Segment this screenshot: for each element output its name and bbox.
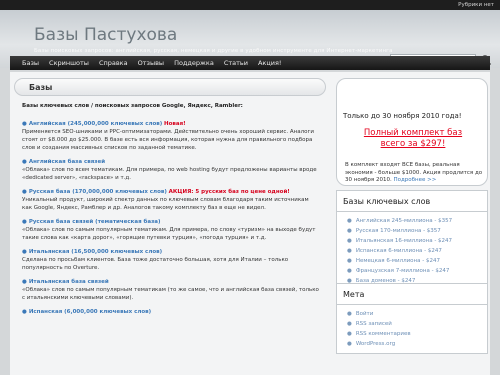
item-title-text[interactable]: Испанская (6,000,000 ключевых слов): [29, 309, 151, 315]
page-title: Базы: [29, 83, 53, 92]
list-item: ● Итальянская база связей «Облака» слов п…: [22, 278, 320, 302]
list-item[interactable]: ● Французская 7-миллиона - $247: [347, 266, 481, 276]
widget-title: Базы ключевых слов: [337, 191, 487, 212]
promo-link[interactable]: Полный комплект баз всего за $297!: [353, 128, 473, 150]
list-item-link[interactable]: Английская 245-миллиона - $357: [356, 218, 452, 224]
top-bar-categories[interactable]: Рубрики нет: [458, 0, 494, 10]
widget-title: Мета: [337, 284, 487, 305]
list-item[interactable]: ● Английская 245-миллиона - $357: [347, 216, 481, 226]
list-item: ● Английская (245,000,000 ключевых слов) …: [22, 120, 320, 152]
promo-date: Только до 30 ноября 2010 года!: [343, 112, 462, 120]
list-item[interactable]: ● Немецкая 6-миллиона - $247: [347, 256, 481, 266]
bullet-icon: ●: [347, 228, 352, 234]
list-item: ● Русская база (170,000,000 ключевых слов…: [22, 188, 320, 212]
bullet-icon: ●: [22, 159, 27, 165]
list-item-link[interactable]: Войти: [356, 311, 374, 317]
nav-item-screenshots[interactable]: Скриншоты: [49, 56, 89, 70]
list-item[interactable]: ● Испанская 6-миллиона - $247: [347, 246, 481, 256]
item-title-link[interactable]: ● Английская база связей: [22, 159, 105, 165]
item-title-link[interactable]: ● Русская база связей (тематическая база): [22, 219, 161, 225]
promo-widget: Только до 30 ноября 2010 года! Полный ко…: [336, 78, 488, 186]
list-item: ● Итальянская (16,500,000 ключевых слов) …: [22, 248, 320, 272]
item-title-link[interactable]: ● Итальянская база связей: [22, 279, 109, 285]
list-item-link[interactable]: Немецкая 6-миллиона - $247: [356, 258, 440, 264]
list-item-link[interactable]: Русская 170-миллиона - $357: [356, 228, 441, 234]
list-item: ● Английская база связей «Облака» слов по…: [22, 158, 320, 182]
main-nav: Базы Скриншоты Справка Отзывы Поддержка …: [10, 56, 490, 70]
item-text: Применяется SEO-шниками и PPC-оптимизато…: [22, 129, 314, 151]
promo-badge: АКЦИЯ: 5 русских баз по цене одной!: [168, 189, 290, 195]
list-item-link[interactable]: Испанская 6-миллиона - $247: [356, 248, 442, 254]
item-text: Сделана по просьбам клиентов. База тоже …: [22, 257, 289, 271]
bullet-icon: ●: [347, 321, 352, 327]
item-title-text[interactable]: Английская (245,000,000 ключевых слов): [29, 121, 162, 127]
item-text: «Облака» слов по всем тематикам. Для при…: [22, 167, 317, 181]
nav-item-promo[interactable]: Акция!: [258, 56, 282, 70]
top-bar: Рубрики нет: [0, 0, 500, 10]
new-badge: Новая!: [164, 121, 186, 127]
item-title-link[interactable]: ● Испанская (6,000,000 ключевых слов): [22, 309, 151, 315]
bullet-icon: ●: [347, 248, 352, 254]
bullet-icon: ●: [22, 279, 27, 285]
list-item-link[interactable]: WordPress.org: [356, 341, 395, 347]
list-item[interactable]: ● RSS записей: [347, 319, 481, 329]
nav-item-articles[interactable]: Статьи: [224, 56, 248, 70]
sidebar: Только до 30 ноября 2010 года! Полный ко…: [336, 78, 488, 375]
bullet-icon: ●: [347, 331, 352, 337]
bullet-icon: ●: [22, 219, 27, 225]
keywords-list: ● Английская 245-миллиона - $357 ● Русская…: [337, 212, 487, 290]
nav-item-bazy[interactable]: Базы: [22, 56, 39, 70]
nav-item-support[interactable]: Поддержка: [174, 56, 214, 70]
bullet-icon: ●: [22, 309, 27, 315]
list-item[interactable]: ● Итальянская 16-миллиона - $247: [347, 236, 481, 246]
promo-text: В комплект входят ВСЕ базы, реальная эко…: [345, 162, 485, 185]
post-content: Базы ключевых слов / поисковых запросов …: [22, 102, 320, 322]
item-title-link[interactable]: ● Русская база (170,000,000 ключевых слов…: [22, 189, 167, 195]
bullet-icon: ●: [22, 189, 27, 195]
list-item-link[interactable]: Французская 7-миллиона - $247: [356, 268, 450, 274]
bullet-icon: ●: [347, 268, 352, 274]
meta-widget: Мета ● Войти ● RSS записей ● RSS комментари…: [336, 283, 488, 354]
nav-item-reviews[interactable]: Отзывы: [138, 56, 164, 70]
list-item-link[interactable]: RSS комментариев: [356, 331, 411, 337]
meta-list: ● Войти ● RSS записей ● RSS комментариев ● W…: [337, 305, 487, 353]
bullet-icon: ●: [22, 121, 27, 127]
bullet-icon: ●: [347, 341, 352, 347]
site-description: Базы поисковых запросов: английская, рус…: [34, 48, 393, 54]
list-item[interactable]: ● RSS комментариев: [347, 329, 481, 339]
post-lead: Базы ключевых слов / поисковых запросов …: [22, 103, 243, 109]
list-item[interactable]: ● WordPress.org: [347, 339, 481, 349]
item-title-text[interactable]: Итальянская (16,500,000 ключевых слов): [29, 249, 162, 255]
list-item-link[interactable]: Итальянская 16-миллиона - $247: [356, 238, 452, 244]
item-title-link[interactable]: ● Итальянская (16,500,000 ключевых слов): [22, 249, 162, 255]
item-text: «Облака» слов по самым популярным темати…: [22, 287, 319, 301]
keywords-widget: Базы ключевых слов ● Английская 245-милли…: [336, 190, 488, 291]
promo-more-link[interactable]: Подробнее >>: [393, 177, 436, 183]
page-title-bar: Базы: [14, 78, 326, 96]
bullet-icon: ●: [22, 249, 27, 255]
list-item[interactable]: ● Русская 170-миллиона - $357: [347, 226, 481, 236]
item-text: Уникальный продукт, широкий спектр данны…: [22, 197, 309, 211]
list-item[interactable]: ● Войти: [347, 309, 481, 319]
list-item: ● Русская база связей (тематическая база)…: [22, 218, 320, 242]
item-title-text[interactable]: Английская база связей: [29, 159, 105, 165]
item-title-link[interactable]: ● Английская (245,000,000 ключевых слов): [22, 121, 162, 127]
main-column: Базы Базы ключевых слов / поисковых запр…: [14, 78, 326, 375]
item-text: «Облака» слов по самым популярным темати…: [22, 227, 316, 241]
site-title[interactable]: Базы Пастухова: [34, 25, 177, 45]
bullet-icon: ●: [347, 218, 352, 224]
item-title-text[interactable]: Русская база (170,000,000 ключевых слов): [29, 189, 167, 195]
nav-item-help[interactable]: Справка: [99, 56, 128, 70]
bullet-icon: ●: [347, 258, 352, 264]
list-item-link[interactable]: RSS записей: [356, 321, 392, 327]
bullet-icon: ●: [347, 311, 352, 317]
item-title-text[interactable]: Итальянская база связей: [29, 279, 109, 285]
bullet-icon: ●: [347, 238, 352, 244]
list-item: ● Испанская (6,000,000 ключевых слов): [22, 308, 320, 316]
item-title-text[interactable]: Русская база связей (тематическая база): [29, 219, 161, 225]
